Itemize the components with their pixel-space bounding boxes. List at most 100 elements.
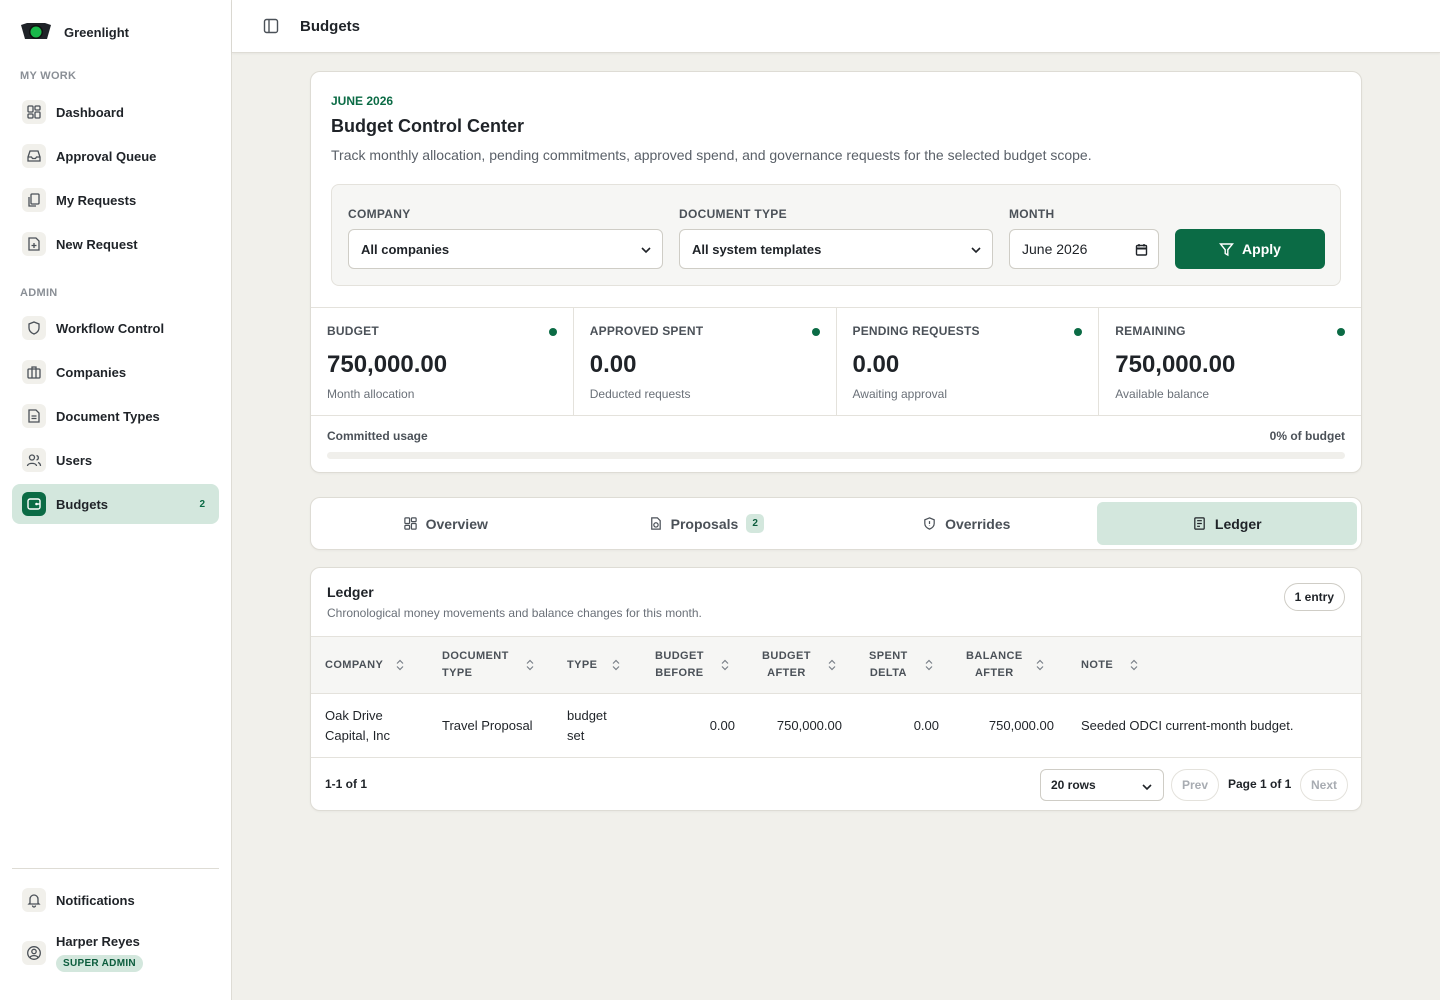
cell-balance-after: 750,000.00 bbox=[988, 718, 1054, 733]
stat-value: 0.00 bbox=[852, 351, 900, 378]
column-header-document-type[interactable]: DOCUMENT TYPE bbox=[442, 637, 535, 693]
sidebar-item-users[interactable]: Users bbox=[12, 440, 219, 480]
tab-label: Ledger bbox=[1214, 515, 1262, 532]
cell-text: budget bbox=[567, 708, 607, 723]
month-input-value: June 2026 bbox=[1022, 241, 1088, 257]
stat-budget: BUDGET 750,000.00 Month allocation bbox=[311, 308, 574, 415]
user-name: Harper Reyes bbox=[56, 934, 140, 949]
status-dot bbox=[548, 328, 557, 336]
sort-icon bbox=[1130, 659, 1138, 671]
column-header-label: DELTA bbox=[869, 667, 907, 679]
sidebar-item-budgets[interactable]: Budgets 2 bbox=[12, 484, 219, 524]
sort-icon bbox=[396, 659, 404, 671]
tab-label: Proposals bbox=[670, 515, 739, 532]
column-header-note[interactable]: NOTE bbox=[1081, 637, 1139, 693]
pagination-summary: 1-1 of 1 bbox=[325, 777, 368, 791]
apply-button-label: Apply bbox=[1242, 241, 1281, 257]
stat-label: BUDGET bbox=[327, 324, 379, 338]
sort-icon bbox=[612, 659, 620, 671]
column-header-type[interactable]: TYPE bbox=[567, 637, 621, 693]
stat-label: REMAINING bbox=[1115, 324, 1186, 338]
user-profile[interactable]: Harper Reyes SUPER ADMIN bbox=[22, 934, 143, 972]
rows-per-page-value: 20 rows bbox=[1051, 778, 1096, 792]
column-header-budget-before[interactable]: BUDGET BEFORE bbox=[655, 637, 730, 693]
rows-per-page-select[interactable]: 20 rows bbox=[1040, 769, 1164, 801]
grid-icon bbox=[403, 517, 417, 530]
tab-overview[interactable]: Overview bbox=[315, 502, 576, 545]
stat-caption: Awaiting approval bbox=[852, 387, 948, 401]
usage-progress-bar bbox=[327, 452, 1345, 459]
document-type-select[interactable]: All system templates bbox=[679, 229, 993, 269]
table-header: COMPANY DOCUMENT TYPE TYPE BUDGET BEFORE B… bbox=[311, 636, 1361, 694]
column-header-budget-after[interactable]: BUDGET AFTER bbox=[762, 637, 837, 693]
chevron-down-icon bbox=[1142, 784, 1152, 791]
brand[interactable]: Greenlight bbox=[20, 20, 129, 44]
dashboard-icon bbox=[22, 100, 46, 124]
chevron-down-icon bbox=[971, 247, 981, 254]
ledger-title: Ledger bbox=[327, 584, 374, 600]
ledger-card: Ledger Chronological money movements and… bbox=[310, 567, 1362, 811]
next-page-button[interactable]: Next bbox=[1300, 769, 1349, 801]
tab-ledger[interactable]: Ledger bbox=[1096, 502, 1357, 545]
bell-icon bbox=[22, 888, 46, 912]
ledger-description: Chronological money movements and balanc… bbox=[327, 606, 702, 620]
sidebar-item-label: Document Types bbox=[56, 408, 160, 424]
shield-alert-icon bbox=[924, 517, 935, 530]
stat-value: 750,000.00 bbox=[327, 351, 448, 378]
sidebar-item-dashboard[interactable]: Dashboard bbox=[12, 92, 219, 132]
sidebar-item-approval-queue[interactable]: Approval Queue bbox=[12, 136, 219, 176]
sidebar-toggle-icon[interactable] bbox=[262, 17, 282, 37]
section-label-my-work: MY WORK bbox=[20, 70, 77, 82]
column-header-label: AFTER bbox=[974, 667, 1014, 679]
sidebar-item-new-request[interactable]: New Request bbox=[12, 224, 219, 264]
prev-page-button[interactable]: Prev bbox=[1171, 769, 1220, 801]
file-plus-icon bbox=[22, 232, 46, 256]
wallet-icon bbox=[22, 492, 46, 516]
table-row[interactable]: Oak Drive Capital, Inc Travel Proposal bu… bbox=[311, 694, 1361, 758]
stat-pending-requests: PENDING REQUESTS 0.00 Awaiting approval bbox=[837, 308, 1100, 415]
month-label: MONTH bbox=[1009, 207, 1055, 221]
card-description: Track monthly allocation, pending commit… bbox=[331, 147, 1092, 163]
section-label-admin: ADMIN bbox=[20, 287, 58, 299]
column-header-company[interactable]: COMPANY bbox=[325, 637, 405, 693]
file-text-icon bbox=[22, 404, 46, 428]
stat-caption: Available balance bbox=[1115, 387, 1210, 401]
status-dot bbox=[811, 328, 820, 336]
company-select[interactable]: All companies bbox=[348, 229, 663, 269]
page-indicator: Page 1 of 1 bbox=[1228, 777, 1292, 791]
sidebar-item-companies[interactable]: Companies bbox=[12, 352, 219, 392]
apply-button[interactable]: Apply bbox=[1175, 229, 1325, 269]
sidebar-item-notifications[interactable]: Notifications bbox=[12, 880, 219, 920]
stat-label: APPROVED SPENT bbox=[589, 324, 704, 338]
sidebar-item-label: Notifications bbox=[56, 892, 135, 908]
stat-approved-spent: APPROVED SPENT 0.00 Deducted requests bbox=[574, 308, 837, 415]
sidebar-item-document-types[interactable]: Document Types bbox=[12, 396, 219, 436]
column-header-label: COMPANY bbox=[325, 658, 384, 671]
sidebar-item-label: Users bbox=[56, 452, 93, 468]
column-header-label: SPENT bbox=[869, 650, 908, 662]
budget-stats: BUDGET 750,000.00 Month allocation APPRO… bbox=[311, 307, 1361, 416]
sidebar-item-label: Workflow Control bbox=[56, 320, 165, 336]
status-dot bbox=[1337, 328, 1345, 336]
filter-panel: COMPANY All companies DOCUMENT TYPE All … bbox=[331, 184, 1341, 286]
document-type-select-value: All system templates bbox=[692, 241, 822, 257]
brand-name: Greenlight bbox=[64, 24, 130, 40]
cell-text: set bbox=[567, 728, 585, 743]
shield-icon bbox=[22, 316, 46, 340]
tab-label: Overrides bbox=[945, 515, 1011, 532]
sidebar-item-my-requests[interactable]: My Requests bbox=[12, 180, 219, 220]
month-input[interactable]: June 2026 bbox=[1009, 229, 1159, 269]
tab-overrides[interactable]: Overrides bbox=[836, 502, 1097, 545]
cell-text: Oak Drive bbox=[325, 708, 383, 723]
column-header-balance-after[interactable]: BALANCE AFTER bbox=[966, 637, 1045, 693]
sidebar-item-workflow-control[interactable]: Workflow Control bbox=[12, 308, 219, 348]
inbox-icon bbox=[22, 144, 46, 168]
tab-proposals[interactable]: Proposals 2 bbox=[576, 502, 837, 545]
period-eyebrow: JUNE 2026 bbox=[331, 94, 394, 108]
company-label: COMPANY bbox=[348, 207, 411, 221]
sidebar-item-label: Budgets bbox=[56, 496, 108, 512]
users-icon bbox=[22, 448, 46, 472]
calendar-icon[interactable] bbox=[1135, 243, 1148, 256]
column-header-spent-delta[interactable]: SPENT DELTA bbox=[869, 637, 934, 693]
column-header-label: BUDGET bbox=[762, 650, 811, 662]
